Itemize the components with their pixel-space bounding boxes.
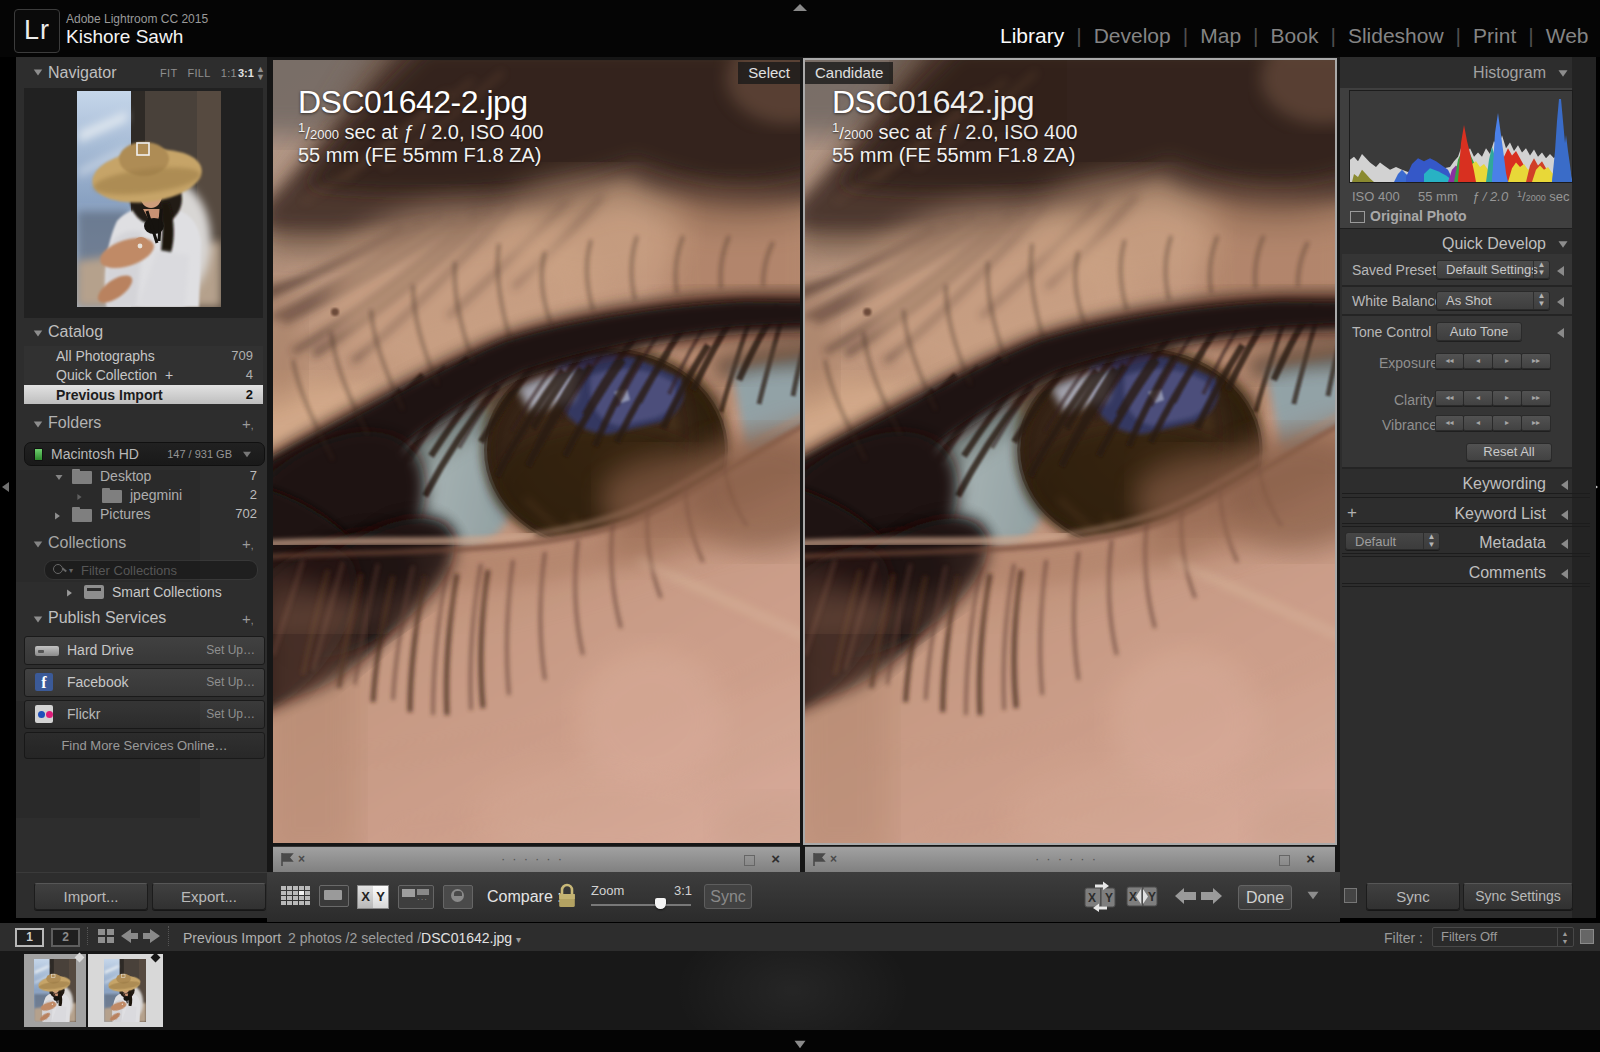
- svg-text:X: X: [1088, 891, 1096, 905]
- svg-text:Y: Y: [1148, 890, 1156, 904]
- svg-text:Y: Y: [1105, 891, 1113, 905]
- svg-text:X: X: [1129, 890, 1137, 904]
